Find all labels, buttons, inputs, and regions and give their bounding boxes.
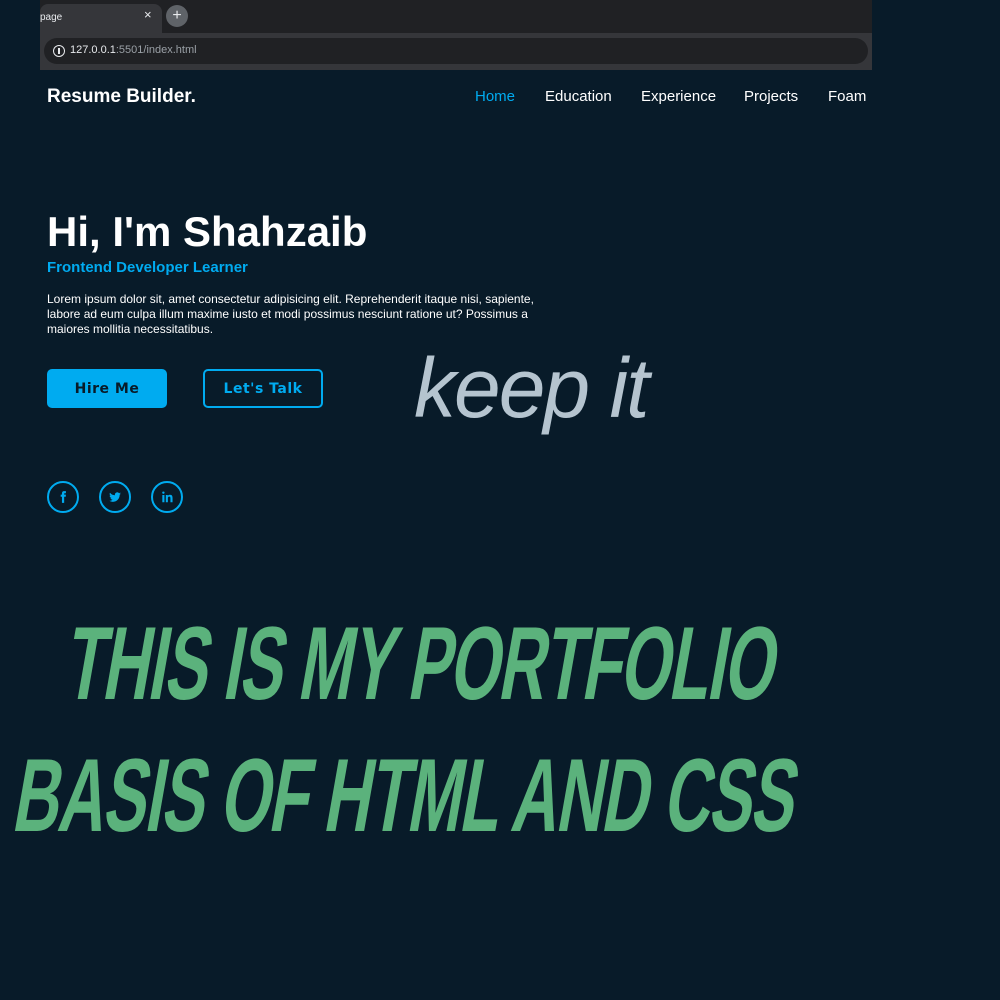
nav-home[interactable]: Home [475,88,515,105]
address-bar: 127.0.0.1:5501/index.html [40,33,872,70]
hero-description: Lorem ipsum dolor sit, amet consectetur … [47,292,534,336]
hero-title: Hi, I'm Shahzaib [47,208,368,255]
new-tab-icon[interactable]: + [166,5,188,27]
twitter-icon[interactable] [99,481,131,513]
url-field[interactable]: 127.0.0.1:5501/index.html [44,38,868,64]
url-host: 127.0.0.1 [70,44,116,56]
portfolio-caption-line-1: THIS IS MY PORTFOLIO [58,606,788,722]
portfolio-caption-line-2: BASIS OF HTML AND CSS [6,738,808,854]
close-icon[interactable]: × [144,8,152,22]
nav-projects[interactable]: Projects [744,88,798,105]
hire-me-button[interactable]: Hire Me [47,369,167,408]
url-path: :5501/index.html [115,44,197,56]
nav-foam[interactable]: Foam [828,88,866,105]
lets-talk-button[interactable]: Let's Talk [203,369,323,408]
facebook-icon[interactable] [47,481,79,513]
keep-it-overlay-text: keep it [414,341,649,435]
browser-tab[interactable]: page × [40,4,162,33]
nav-experience[interactable]: Experience [641,88,716,105]
site-logo[interactable]: Resume Builder. [47,86,196,108]
browser-tab-bar: page × + [40,0,872,33]
facebook-glyph [60,491,66,503]
hero-subtitle: Frontend Developer Learner [47,259,248,276]
site-info-icon[interactable] [53,45,65,57]
linkedin-icon[interactable] [151,481,183,513]
url-text: 127.0.0.1:5501/index.html [70,44,197,56]
tab-title: page [40,12,63,23]
linkedin-glyph [162,491,173,503]
nav-education[interactable]: Education [545,88,612,105]
twitter-glyph [109,492,121,502]
